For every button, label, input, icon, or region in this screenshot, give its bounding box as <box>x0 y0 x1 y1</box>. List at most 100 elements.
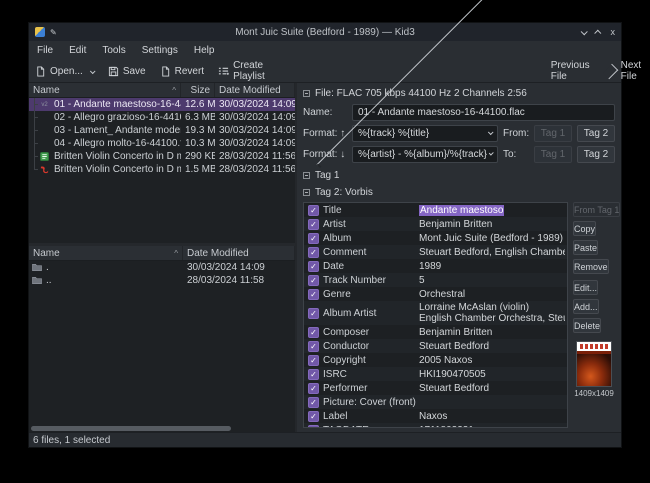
checkbox-checked-icon[interactable]: ✓ <box>308 247 319 258</box>
tag-frame-row[interactable]: ✓ConductorSteuart Bedford <box>304 339 567 353</box>
to-tag2-button[interactable]: Tag 2 <box>577 146 615 163</box>
checkbox-checked-icon[interactable]: ✓ <box>308 327 319 338</box>
frame-value[interactable]: Steuart Bedford <box>419 341 565 352</box>
frame-value[interactable]: 1711803331 <box>419 425 565 428</box>
menu-settings[interactable]: Settings <box>142 45 178 56</box>
maximize-button[interactable] <box>596 25 601 39</box>
tag-frame-row[interactable]: ✓CommentSteuart Bedford, English Chamber… <box>304 245 567 259</box>
format-up-combobox[interactable]: %{track} %{title} <box>352 125 498 142</box>
tag1-section-header[interactable]: Tag 1 <box>303 169 615 181</box>
directory-list-header-modified[interactable]: Date Modified <box>183 246 295 260</box>
file-list-header-size[interactable]: Size <box>181 83 215 97</box>
checkbox-checked-icon[interactable]: ✓ <box>308 308 319 319</box>
tag-frame-row[interactable]: ✓Picture: Cover (front) <box>304 395 567 409</box>
tag-frame-row[interactable]: ✓TAGDATE1711803331 <box>304 423 567 428</box>
directory-list-header-name[interactable]: Name^ <box>29 246 183 260</box>
tag-frame-row[interactable]: ✓Copyright2005 Naxos <box>304 353 567 367</box>
toolbar-revert-button[interactable]: Revert <box>160 66 204 77</box>
minimize-button[interactable] <box>581 25 586 39</box>
frame-value[interactable]: 1989 <box>419 261 565 272</box>
menu-file[interactable]: File <box>37 45 53 56</box>
file-list-header-modified[interactable]: Date Modified <box>215 83 295 97</box>
file-row[interactable]: Britten Violin Concerto in D minor Op. 1… <box>29 150 295 163</box>
file-row[interactable]: v201 - Andante maestoso-16-44100.flac12.… <box>29 98 295 111</box>
file-row[interactable]: Britten Violin Concerto in D minor Op. 1… <box>29 163 295 176</box>
checkbox-checked-icon[interactable]: ✓ <box>308 355 319 366</box>
frame-value[interactable]: 2005 Naxos <box>419 355 565 366</box>
checkbox-checked-icon[interactable]: ✓ <box>308 341 319 352</box>
frame-value[interactable]: Mont Juic Suite (Bedford - 1989) <box>419 233 565 244</box>
copy-button[interactable]: Copy <box>573 221 596 236</box>
checkbox-checked-icon[interactable]: ✓ <box>308 261 319 272</box>
checkbox-checked-icon[interactable]: ✓ <box>308 205 319 216</box>
remove-button[interactable]: Remove <box>573 259 609 274</box>
tag-frame-row[interactable]: ✓Album ArtistLorraine McAslan (violin)En… <box>304 301 567 325</box>
toolbar-open-button[interactable]: Open... <box>35 66 94 77</box>
frame-value[interactable]: Andante maestoso <box>419 205 565 216</box>
tag-frame-row[interactable]: ✓LabelNaxos <box>304 409 567 423</box>
file-list-header-name[interactable]: Name^ <box>29 83 181 97</box>
chevron-down-icon[interactable] <box>90 66 94 77</box>
checkbox-checked-icon[interactable]: ✓ <box>308 275 319 286</box>
toolbar-create-playlist-button[interactable]: Create Playlist <box>218 60 265 82</box>
collapse-box-icon[interactable] <box>303 172 310 179</box>
checkbox-checked-icon[interactable]: ✓ <box>308 411 319 422</box>
checkbox-checked-icon[interactable]: ✓ <box>308 397 319 408</box>
frame-value[interactable]: Naxos <box>419 411 565 422</box>
tag-frame-row[interactable]: ✓ISRCHKI190470505 <box>304 367 567 381</box>
toolbar-previous-file-button[interactable]: Previous File <box>279 60 590 82</box>
frame-value[interactable]: Orchestral <box>419 289 565 300</box>
frame-value[interactable]: Lorraine McAslan (violin)English Chamber… <box>419 302 565 324</box>
frame-value[interactable]: Benjamin Britten <box>419 327 565 338</box>
add-button[interactable]: Add... <box>573 299 599 314</box>
frame-value[interactable]: Benjamin Britten <box>419 219 565 230</box>
delete-button[interactable]: Delete <box>573 318 601 333</box>
directory-row[interactable]: ..28/03/2024 11:58 <box>29 274 295 287</box>
directory-row[interactable]: .30/03/2024 14:09 <box>29 261 295 274</box>
checkbox-checked-icon[interactable]: ✓ <box>308 383 319 394</box>
frame-value[interactable]: Steuart Bedford <box>419 383 565 394</box>
from-tag2-button[interactable]: Tag 2 <box>577 125 615 142</box>
from-tag-1-button[interactable]: From Tag 1 <box>573 202 620 217</box>
edit-button[interactable]: Edit... <box>573 280 598 295</box>
menu-help[interactable]: Help <box>194 45 215 56</box>
format-down-combobox[interactable]: %{artist} - %{album}/%{track} %{title} <box>352 146 498 163</box>
tag-frame-row[interactable]: ✓AlbumMont Juic Suite (Bedford - 1989) <box>304 231 567 245</box>
tag-frame-row[interactable]: ✓ComposerBenjamin Britten <box>304 325 567 339</box>
checkbox-checked-icon[interactable]: ✓ <box>308 219 319 230</box>
menu-tools[interactable]: Tools <box>102 45 125 56</box>
scrollbar-thumb[interactable] <box>31 426 231 431</box>
file-row[interactable]: 03 - Lament_ Andante moderato-16-44100..… <box>29 124 295 137</box>
file-row[interactable]: 04 - Allegro molto-16-44100.flac10.3 MB3… <box>29 137 295 150</box>
tag-frame-row[interactable]: ✓ArtistBenjamin Britten <box>304 217 567 231</box>
toolbar-save-button[interactable]: Save <box>108 66 146 77</box>
tag-frame-row[interactable]: ✓GenreOrchestral <box>304 287 567 301</box>
tag-frame-row[interactable]: ✓PerformerSteuart Bedford <box>304 381 567 395</box>
tag-frame-row[interactable]: ✓Track Number5 <box>304 273 567 287</box>
horizontal-scrollbar[interactable] <box>29 425 295 432</box>
checkbox-checked-icon[interactable]: ✓ <box>308 369 319 380</box>
frame-value[interactable]: HKI190470505 <box>419 369 565 380</box>
to-tag1-button[interactable]: Tag 1 <box>534 146 572 163</box>
checkbox-checked-icon[interactable]: ✓ <box>308 289 319 300</box>
collapse-box-icon[interactable] <box>303 189 310 196</box>
album-cover-thumbnail[interactable] <box>576 341 612 387</box>
tag2-section-header[interactable]: Tag 2: Vorbis <box>303 187 615 199</box>
close-button[interactable]: x <box>611 25 616 39</box>
toolbar-next-file-button[interactable]: Next File <box>604 60 642 82</box>
tag-frame-row[interactable]: ✓Date1989 <box>304 259 567 273</box>
file-row[interactable]: 02 - Allegro grazioso-16-44100.flac6.3 M… <box>29 111 295 124</box>
tag-frame-row[interactable]: ✓TitleAndante maestoso <box>304 203 567 217</box>
menu-edit[interactable]: Edit <box>69 45 86 56</box>
frame-value[interactable]: 5 <box>419 275 565 286</box>
checkbox-checked-icon[interactable]: ✓ <box>308 233 319 244</box>
frame-value[interactable]: Steuart Bedford, English Chamber Orchest… <box>419 247 565 258</box>
titlebar[interactable]: ✎ Mont Juic Suite (Bedford - 1989) — Kid… <box>29 23 621 41</box>
collapse-box-icon[interactable] <box>303 90 310 97</box>
paste-button[interactable]: Paste <box>573 240 598 255</box>
checkbox-checked-icon[interactable]: ✓ <box>308 425 319 428</box>
pin-icon[interactable]: ✎ <box>50 28 57 37</box>
filename-input[interactable] <box>352 104 615 121</box>
file-info-section[interactable]: File: FLAC 705 kbps 44100 Hz 2 Channels … <box>303 87 615 100</box>
from-tag1-button[interactable]: Tag 1 <box>534 125 572 142</box>
